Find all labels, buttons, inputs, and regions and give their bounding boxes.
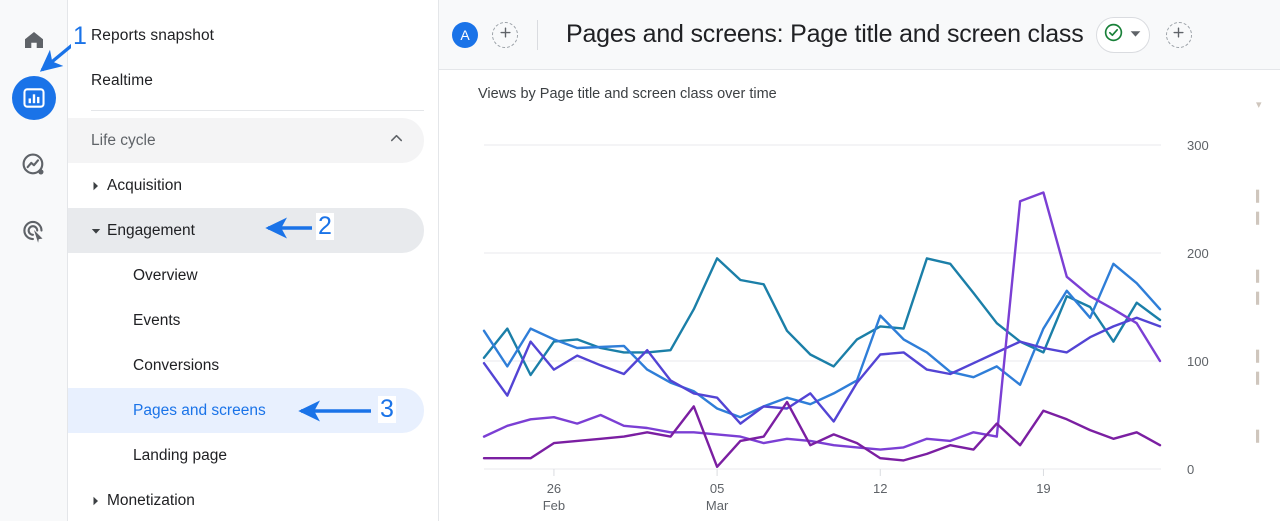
y-axis-tick-label: 300 <box>1187 138 1209 153</box>
sidebar-item-engagement[interactable]: Engagement <box>68 208 424 253</box>
sidebar-item-conversions[interactable]: Conversions <box>68 343 424 388</box>
sidebar-item-realtime[interactable]: Realtime <box>68 58 424 103</box>
comparison-status-chip[interactable] <box>1095 16 1150 53</box>
sidebar-item-landing-page[interactable]: Landing page <box>68 433 424 478</box>
sidebar-item-monetization[interactable]: Monetization <box>68 478 424 521</box>
sidebar-group-label: Life cycle <box>91 131 156 149</box>
annotation-number-2: 2 <box>316 212 334 240</box>
icon-rail <box>0 0 68 521</box>
analytics-app: Reports snapshot Realtime Life cycle Acq… <box>0 0 1280 521</box>
y-axis-tick-label: 100 <box>1187 354 1209 369</box>
annotation-number-1: 1 <box>71 22 89 50</box>
series-line-3[interactable] <box>482 316 1162 425</box>
page-header: A Pages and screens: Page title and scre… <box>439 0 1280 70</box>
explore-icon <box>20 151 47 178</box>
chart-svg: 0 100 200 300 26 Feb 05 Mar 12 19 <box>482 138 1209 513</box>
rail-item-home[interactable] <box>12 18 56 62</box>
x-axis-tick-label-month: Mar <box>706 498 729 513</box>
caret-right-icon <box>85 496 107 506</box>
sidebar-item-label: Overview <box>133 266 198 284</box>
sidebar-item-label: Reports snapshot <box>91 26 215 44</box>
x-axis-tick-label: 26 <box>547 481 561 496</box>
sidebar-group-life-cycle[interactable]: Life cycle <box>68 118 424 163</box>
sidebar-item-label: Acquisition <box>107 176 182 194</box>
sidebar-item-overview[interactable]: Overview <box>68 253 424 298</box>
x-axis-tick-label-month: Feb <box>543 498 565 513</box>
x-axis-tick-label: 19 <box>1036 481 1050 496</box>
series-line-1[interactable] <box>482 257 1162 377</box>
page-title: Pages and screens: Page title and screen… <box>566 20 1084 48</box>
add-comparison-button[interactable] <box>492 21 518 48</box>
series-line-4[interactable] <box>482 191 1162 451</box>
triangle-down-icon[interactable] <box>1130 26 1141 44</box>
avatar-letter: A <box>460 26 470 43</box>
nav-sidebar: Reports snapshot Realtime Life cycle Acq… <box>68 0 439 521</box>
sidebar-item-reports-snapshot[interactable]: Reports snapshot <box>68 13 424 58</box>
rail-item-reports[interactable] <box>11 76 56 120</box>
sidebar-item-pages-and-screens[interactable]: Pages and screens <box>68 388 424 433</box>
header-divider <box>537 19 538 50</box>
line-chart[interactable]: 0 100 200 300 26 Feb 05 Mar 12 19 <box>439 70 1280 521</box>
sidebar-item-label: Conversions <box>133 356 220 374</box>
sidebar-item-acquisition[interactable]: Acquisition <box>68 163 424 208</box>
home-icon <box>22 28 46 52</box>
sidebar-item-label: Engagement <box>107 221 195 239</box>
x-axis-tick-label: 12 <box>873 481 887 496</box>
sidebar-item-label: Events <box>133 311 181 329</box>
sidebar-divider <box>91 110 424 111</box>
avatar[interactable]: A <box>452 21 478 48</box>
caret-right-icon <box>85 181 107 191</box>
chevron-up-icon[interactable] <box>387 129 406 153</box>
annotation-number-3: 3 <box>378 395 396 423</box>
chart-card: Views by Page title and screen class ove… <box>439 70 1280 521</box>
sidebar-item-label: Monetization <box>107 491 195 509</box>
advertising-icon <box>20 217 47 244</box>
plus-icon <box>1171 25 1186 45</box>
y-axis-tick-label: 200 <box>1187 246 1209 261</box>
x-axis-tick-label: 05 <box>710 481 724 496</box>
plus-icon <box>498 25 513 45</box>
reports-icon <box>21 85 47 111</box>
series-line-5[interactable] <box>482 400 1162 468</box>
add-button[interactable] <box>1165 21 1192 48</box>
y-axis-tick-label: 0 <box>1187 462 1194 477</box>
sidebar-item-events[interactable]: Events <box>68 298 424 343</box>
caret-down-icon <box>85 226 107 236</box>
sidebar-item-label: Landing page <box>133 446 227 464</box>
rail-item-explore[interactable] <box>12 142 56 186</box>
sidebar-item-label: Realtime <box>91 71 153 89</box>
sidebar-item-label: Pages and screens <box>133 401 266 419</box>
check-circle-icon <box>1103 22 1124 48</box>
series-line-2[interactable] <box>482 262 1162 419</box>
rail-item-advertising[interactable] <box>12 208 56 252</box>
